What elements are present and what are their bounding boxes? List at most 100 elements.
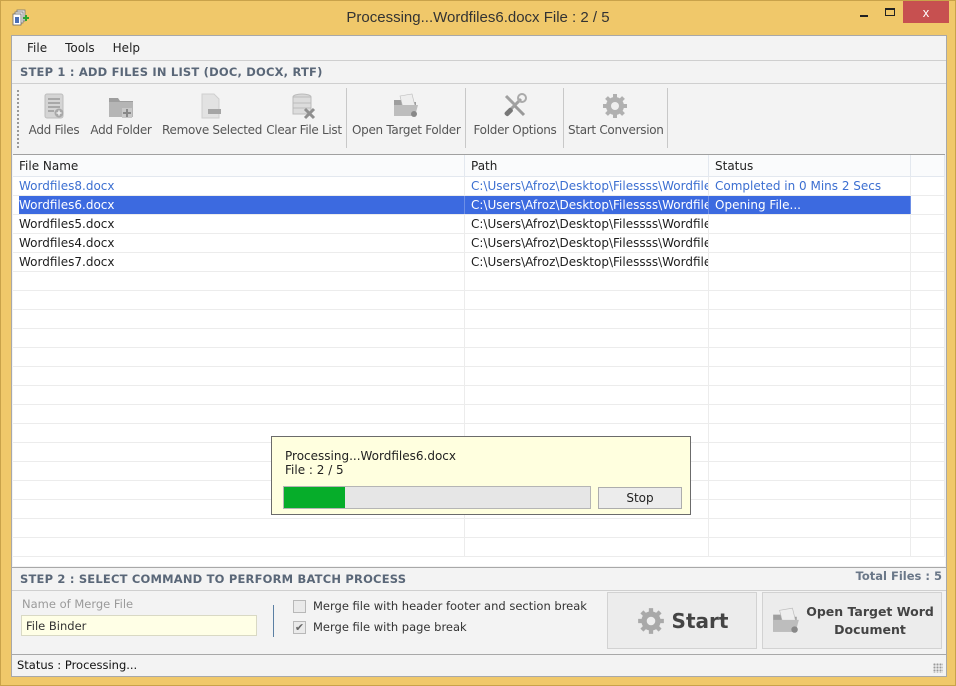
status-cell <box>709 348 911 366</box>
tools-icon <box>504 93 527 117</box>
divider <box>273 605 274 637</box>
stop-button[interactable]: Stop <box>598 487 682 509</box>
remove-selected-button[interactable]: Remove Selected <box>162 88 262 150</box>
total-files: Total Files : 5 <box>855 569 942 583</box>
status-cell <box>709 291 911 309</box>
grid-header: File Name Path Status <box>13 155 945 177</box>
add-folder-button[interactable]: Add Folder <box>90 88 152 150</box>
status-cell <box>709 481 911 499</box>
clear-list-icon <box>292 93 316 120</box>
merge-file-name-input[interactable] <box>21 615 257 636</box>
merge-header-footer-label: Merge file with header footer and sectio… <box>313 599 587 613</box>
path-cell <box>465 538 709 556</box>
filler-cell <box>911 215 945 233</box>
table-row[interactable]: Wordfiles6.docx C:\Users\Afroz\Desktop\Fi… <box>13 196 945 215</box>
filler-cell <box>911 291 945 309</box>
empty-row <box>13 329 945 348</box>
menu-bar: File Tools Help <box>12 36 946 60</box>
filler-cell <box>911 386 945 404</box>
maximize-icon <box>885 8 895 16</box>
table-row[interactable]: Wordfiles7.docx C:\Users\Afroz\Desktop\Fi… <box>13 253 945 272</box>
client-area: File Tools Help STEP 1 : ADD FILES IN LI… <box>11 35 947 677</box>
filler-cell <box>911 538 945 556</box>
maximize-button[interactable] <box>877 1 903 23</box>
folder-options-label: Folder Options <box>473 123 557 137</box>
open-target-folder-button[interactable]: Open Target Folder <box>352 88 461 150</box>
column-header-filler <box>911 155 945 177</box>
table-row[interactable]: Wordfiles5.docx C:\Users\Afroz\Desktop\Fi… <box>13 215 945 234</box>
progress-bar-fill <box>284 487 346 508</box>
empty-row <box>13 367 945 386</box>
table-row[interactable]: Wordfiles8.docx C:\Users\Afroz\Desktop\Fi… <box>13 177 945 196</box>
gear-icon <box>603 94 627 118</box>
status-cell <box>709 215 911 233</box>
column-header-file-name[interactable]: File Name <box>13 155 465 177</box>
folder-options-button[interactable]: Folder Options <box>472 88 558 150</box>
menu-tools[interactable]: Tools <box>56 41 104 55</box>
status-cell <box>709 519 911 537</box>
add-files-button[interactable]: Add Files <box>28 88 80 150</box>
filler-cell <box>911 500 945 518</box>
status-cell <box>709 538 911 556</box>
file-name-cell <box>13 386 465 404</box>
merge-header-footer-option[interactable]: Merge file with header footer and sectio… <box>293 599 587 613</box>
path-cell: C:\Users\Afroz\Desktop\Filessss\Wordfile… <box>465 253 709 271</box>
empty-row <box>13 272 945 291</box>
add-folder-icon <box>109 98 133 118</box>
remove-file-icon <box>201 93 221 119</box>
status-cell: Completed in 0 Mins 2 Secs <box>709 177 911 195</box>
path-cell <box>465 272 709 290</box>
start-conversion-button[interactable]: Start Conversion <box>568 88 664 150</box>
filler-cell <box>911 481 945 499</box>
merge-page-break-option[interactable]: ✔ Merge file with page break <box>293 620 467 634</box>
status-cell <box>709 500 911 518</box>
toolbar-separator <box>346 88 347 148</box>
menu-help[interactable]: Help <box>104 41 149 55</box>
column-header-path[interactable]: Path <box>465 155 709 177</box>
gear-icon <box>637 607 664 634</box>
add-files-icon <box>44 93 64 119</box>
path-cell <box>465 291 709 309</box>
minimize-button[interactable] <box>851 1 877 23</box>
merge-page-break-checkbox[interactable]: ✔ <box>293 620 306 634</box>
column-header-status[interactable]: Status <box>709 155 911 177</box>
empty-row <box>13 348 945 367</box>
status-cell <box>709 234 911 252</box>
status-cell <box>709 310 911 328</box>
empty-row <box>13 519 945 538</box>
title-bar[interactable]: Processing...Wordfiles6.docx File : 2 / … <box>1 1 955 35</box>
status-cell <box>709 405 911 423</box>
empty-row <box>13 291 945 310</box>
toolbar-separator <box>667 88 668 148</box>
add-files-label: Add Files <box>28 123 80 137</box>
close-button[interactable]: x <box>903 1 949 23</box>
resize-grip[interactable] <box>933 663 943 673</box>
status-bar: Status : Processing... <box>12 654 946 676</box>
menu-file[interactable]: File <box>18 41 56 55</box>
path-cell <box>465 310 709 328</box>
start-button[interactable]: Start <box>607 592 757 649</box>
table-row[interactable]: Wordfiles4.docx C:\Users\Afroz\Desktop\Fi… <box>13 234 945 253</box>
status-cell <box>709 424 911 442</box>
empty-row <box>13 386 945 405</box>
open-target-folder-label: Open Target Folder <box>352 123 461 137</box>
merge-header-footer-checkbox[interactable] <box>293 599 306 613</box>
file-name-cell <box>13 538 465 556</box>
open-target-word-document-button[interactable]: Open Target Word Document <box>762 592 942 649</box>
path-cell: C:\Users\Afroz\Desktop\Filessss\Wordfile… <box>465 177 709 195</box>
filler-cell <box>911 234 945 252</box>
path-cell: C:\Users\Afroz\Desktop\Filessss\Wordfile… <box>465 234 709 252</box>
filler-cell <box>911 253 945 271</box>
clear-file-list-button[interactable]: Clear File List <box>266 88 342 150</box>
file-name-cell <box>13 291 465 309</box>
empty-row <box>13 310 945 329</box>
toolbar-grip[interactable] <box>17 90 19 148</box>
status-text: Status : Processing... <box>17 658 138 672</box>
open-folder-icon <box>773 607 800 633</box>
merge-file-label: Name of Merge File <box>22 597 134 611</box>
status-cell <box>709 253 911 271</box>
file-name-cell: Wordfiles4.docx <box>13 234 465 252</box>
app-window: Processing...Wordfiles6.docx File : 2 / … <box>0 0 956 686</box>
start-label: Start <box>671 608 729 633</box>
path-cell <box>465 386 709 404</box>
